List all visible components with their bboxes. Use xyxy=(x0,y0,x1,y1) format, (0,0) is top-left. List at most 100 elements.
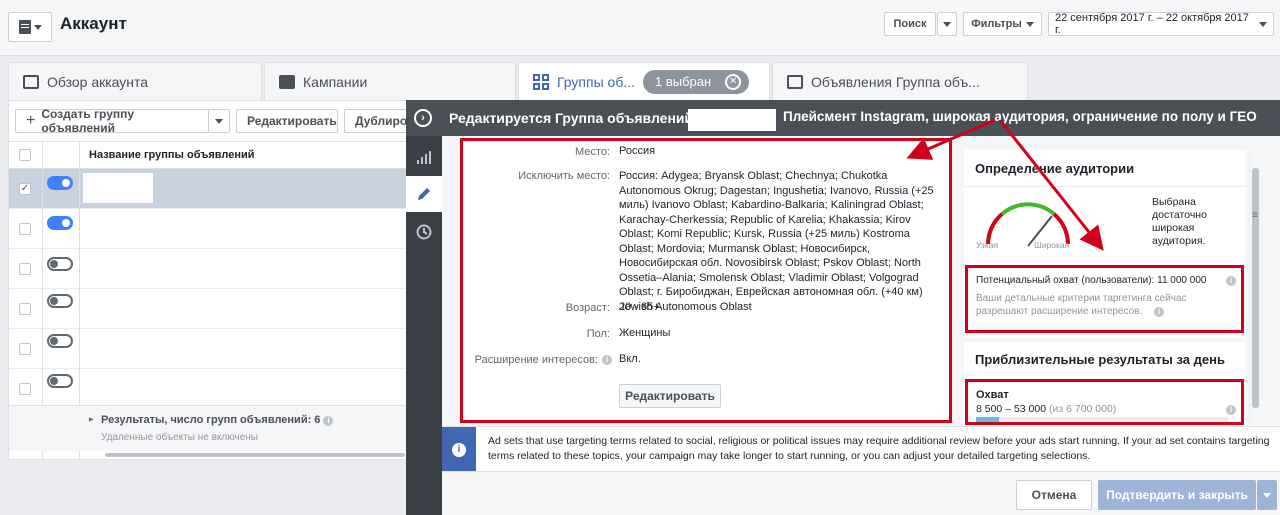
expand-triangle-icon[interactable]: ▶ xyxy=(89,416,94,423)
gauge-narrow-label: Узкая xyxy=(976,240,999,250)
sidebar-item-insights[interactable] xyxy=(406,140,442,176)
sidebar-item-history[interactable] xyxy=(406,214,442,250)
row-checkbox[interactable] xyxy=(19,303,31,315)
row-checkbox[interactable]: ✓ xyxy=(19,183,31,195)
row-toggle[interactable] xyxy=(47,334,73,348)
divider xyxy=(964,186,1246,187)
tab-label: Объявления Группа объ... xyxy=(811,73,980,90)
drag-handle-icon[interactable]: ≡ xyxy=(1252,210,1258,221)
tab-label: Кампании xyxy=(303,73,368,90)
create-dropdown-button[interactable] xyxy=(208,109,230,133)
row-toggle[interactable] xyxy=(47,257,73,271)
pencil-icon xyxy=(418,188,430,200)
redacted-name xyxy=(85,293,167,319)
create-ad-set-label: Создать группу объявлений xyxy=(41,107,135,135)
plus-icon: + xyxy=(26,112,36,129)
date-range-text: 22 сентября 2017 г. – 22 октября 2017 г. xyxy=(1055,12,1249,36)
political-ads-notice: i Ad sets that use targeting terms relat… xyxy=(442,426,1280,472)
edit-button-label: Редактировать xyxy=(247,114,337,128)
navigation-tabs: Обзор аккаунта Кампании Группы об... 1 в… xyxy=(0,56,1280,100)
confirm-dropdown-button[interactable] xyxy=(1257,480,1277,510)
row-toggle[interactable] xyxy=(47,294,73,308)
redacted-name xyxy=(87,213,157,241)
row-toggle[interactable] xyxy=(47,374,73,388)
collapse-panel-icon[interactable]: › xyxy=(414,109,432,127)
editor-sidebar xyxy=(406,136,442,515)
editor-title: Редактируется Группа объявлений xyxy=(449,110,694,126)
table-header: Название группы объявлений xyxy=(9,141,409,169)
chevron-down-icon xyxy=(215,118,223,124)
column-header-name[interactable]: Название группы объявлений xyxy=(89,149,255,161)
help-icon[interactable]: i xyxy=(323,416,334,426)
tab-account-overview[interactable]: Обзор аккаунта xyxy=(8,62,262,100)
results-summary: Результаты, число групп объявлений: 6 i xyxy=(101,414,334,426)
annotation-caption: Плейсмент Instagram, широкая аудитория, … xyxy=(783,109,1257,124)
highlight-box-potential-reach xyxy=(965,265,1244,333)
audience-title: Определение аудитории xyxy=(975,161,1135,176)
clock-icon xyxy=(416,224,432,240)
ads-icon xyxy=(787,74,803,89)
tab-ads[interactable]: Объявления Группа объ... xyxy=(772,62,1028,100)
filters-button-label: Фильтры xyxy=(971,18,1022,30)
notice-text: Ad sets that use targeting terms related… xyxy=(488,435,1270,462)
bar-chart-icon xyxy=(417,151,431,164)
duplicate-button[interactable]: Дублиров xyxy=(344,109,415,133)
document-icon xyxy=(18,20,31,34)
tab-ad-sets[interactable]: Группы об... 1 выбран ✕ xyxy=(518,62,770,100)
editor-header: › Редактируется Группа объявлений Плейсм… xyxy=(406,100,1280,136)
chevron-down-icon xyxy=(33,24,42,30)
table-row[interactable] xyxy=(9,209,409,249)
table-row[interactable] xyxy=(9,289,409,329)
sidebar-item-edit[interactable] xyxy=(406,176,442,212)
search-button[interactable]: Поиск xyxy=(884,12,936,36)
cancel-label: Отмена xyxy=(1031,488,1077,502)
row-checkbox[interactable] xyxy=(19,223,31,235)
horizontal-scrollbar[interactable] xyxy=(105,453,405,457)
selected-count-pill: 1 выбран ✕ xyxy=(643,69,750,94)
row-toggle[interactable] xyxy=(47,176,73,190)
filters-button[interactable]: Фильтры xyxy=(963,12,1042,36)
tab-label: Обзор аккаунта xyxy=(47,73,149,90)
row-checkbox[interactable] xyxy=(19,263,31,275)
highlight-box-targeting xyxy=(460,138,952,423)
info-icon: i xyxy=(442,427,476,472)
chevron-down-icon xyxy=(1263,492,1271,498)
chevron-down-icon xyxy=(943,21,951,27)
row-checkbox[interactable] xyxy=(19,343,31,355)
account-overview-icon xyxy=(23,74,39,89)
chevron-down-icon xyxy=(1025,21,1034,27)
tab-label: Группы об... xyxy=(557,73,636,90)
table-row[interactable] xyxy=(9,369,409,409)
confirm-close-button[interactable]: Подтвердить и закрыть xyxy=(1098,480,1256,510)
editor-footer: Отмена Подтвердить и закрыть xyxy=(442,471,1280,515)
search-button-label: Поиск xyxy=(893,18,927,30)
edit-button[interactable]: Редактировать xyxy=(236,109,338,133)
ad-sets-grid-icon xyxy=(533,73,549,90)
redacted-ad-set-name xyxy=(688,109,776,131)
gauge-wide-label: Широкая xyxy=(1034,240,1070,250)
account-menu-button[interactable] xyxy=(8,12,52,42)
cancel-button[interactable]: Отмена xyxy=(1016,480,1092,510)
tab-campaigns[interactable]: Кампании xyxy=(264,62,516,100)
table-row[interactable]: ✓ xyxy=(9,169,409,209)
date-range-picker[interactable]: 22 сентября 2017 г. – 22 октября 2017 г. xyxy=(1048,12,1274,36)
row-toggle[interactable] xyxy=(47,216,73,230)
chevron-down-icon xyxy=(1259,21,1267,27)
top-bar: Аккаунт Поиск Фильтры 22 сентября 2017 г… xyxy=(0,0,1280,56)
scrollbar-thumb[interactable] xyxy=(1252,168,1259,408)
table-row[interactable] xyxy=(9,329,409,369)
table-row[interactable] xyxy=(9,249,409,289)
results-subtext: Удаленные объекты не включены xyxy=(101,432,258,443)
close-icon[interactable]: ✕ xyxy=(725,73,742,90)
ad-sets-table: + Создать группу объявлений Редактироват… xyxy=(8,100,415,461)
results-summary-text: Результаты, число групп объявлений: 6 xyxy=(101,414,321,426)
row-checkbox[interactable] xyxy=(19,383,31,395)
panel-scrollbar[interactable] xyxy=(1249,150,1261,425)
create-ad-set-button[interactable]: + Создать группу объявлений xyxy=(15,107,209,135)
select-all-checkbox[interactable] xyxy=(19,149,31,161)
confirm-close-label: Подтвердить и закрыть xyxy=(1106,488,1248,502)
daily-results-title: Приблизительные результаты за день xyxy=(975,352,1225,367)
highlight-box-daily-reach xyxy=(965,379,1244,425)
redacted-name xyxy=(83,173,153,203)
search-dropdown-button[interactable] xyxy=(937,12,957,36)
